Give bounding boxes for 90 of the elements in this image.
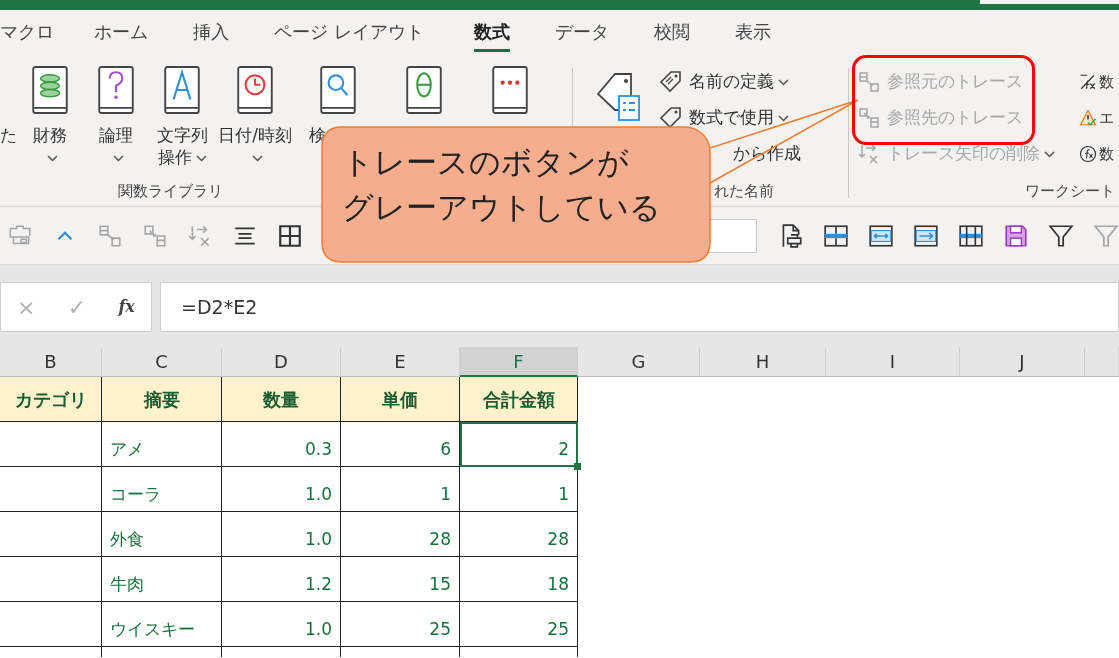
- table-columns-icon: [958, 222, 984, 249]
- ribbon-button[interactable]: 数: [1079, 136, 1114, 172]
- table-cell[interactable]: 1.0: [222, 467, 341, 512]
- toolbar-button[interactable]: [1048, 222, 1074, 249]
- ribbon-button[interactable]: 数: [1079, 64, 1114, 100]
- toolbar-button[interactable]: [913, 222, 939, 249]
- table-cell[interactable]: [0, 467, 102, 512]
- toolbar-button[interactable]: [868, 222, 894, 249]
- caret-icon: [778, 78, 789, 86]
- table-cell[interactable]: 6: [341, 422, 460, 467]
- table-cell[interactable]: 1.2: [222, 557, 341, 602]
- callout-text: トレースのボタンが: [342, 143, 629, 182]
- tag-icon: [659, 70, 683, 94]
- header-cell: 単価: [341, 377, 460, 422]
- trace-boxes-icon: [97, 222, 123, 249]
- ribbon-tab[interactable]: マクロ: [0, 18, 54, 52]
- column-header[interactable]: I: [826, 347, 960, 377]
- caret-icon: [251, 154, 263, 162]
- table-cell[interactable]: ウイスキー: [102, 602, 222, 647]
- table-arrows-icon: [868, 222, 894, 249]
- column-header[interactable]: D: [222, 347, 341, 377]
- caret-icon: [195, 154, 207, 162]
- table-row-icon: [823, 222, 849, 249]
- ribbon-tab[interactable]: 表示: [734, 18, 771, 52]
- ribbon-button[interactable]: 数式で使用: [655, 100, 793, 136]
- filter-icon: [1093, 222, 1119, 249]
- insert-function-button[interactable]: fx: [118, 295, 135, 319]
- ribbon-tab[interactable]: 数式: [473, 18, 510, 52]
- caret-icon: [112, 154, 124, 162]
- caret-icon: [46, 154, 58, 162]
- ribbon-button[interactable]: 名前の定義: [655, 64, 793, 100]
- table-cell[interactable]: [0, 512, 102, 557]
- table-cell[interactable]: 0.3: [222, 422, 341, 467]
- caret-icon: [778, 114, 789, 122]
- formula-circle-icon: [1079, 145, 1097, 163]
- ribbon-tab[interactable]: 挿入: [193, 18, 229, 52]
- function-button[interactable]: た: [0, 60, 17, 180]
- cross-arrows-icon: [857, 142, 881, 166]
- header-cell: 合計金額: [460, 377, 578, 422]
- table-cell[interactable]: [0, 422, 102, 467]
- fill-handle[interactable]: [574, 463, 581, 470]
- table-cell[interactable]: コーラ: [102, 467, 222, 512]
- function-button[interactable]: 財務: [17, 60, 83, 180]
- ribbon-button[interactable]: エ: [1079, 100, 1114, 136]
- trace-boxes-icon: [142, 222, 168, 249]
- column-header[interactable]: E: [341, 347, 460, 377]
- table-cell[interactable]: 28: [341, 512, 460, 557]
- callout-text: グレーアウトしている: [342, 187, 661, 227]
- column-header[interactable]: J: [960, 347, 1085, 377]
- search-field[interactable]: [980, 0, 1119, 4]
- ribbon-tab[interactable]: 校閲: [653, 18, 690, 52]
- warning-icon: [1079, 109, 1097, 127]
- column-header[interactable]: H: [700, 347, 826, 377]
- function-button[interactable]: 日付/時刻: [215, 60, 295, 180]
- column-header[interactable]: C: [102, 347, 222, 377]
- table-cell[interactable]: 1.0: [222, 512, 341, 557]
- column-header[interactable]: G: [578, 347, 700, 377]
- caret-icon: [1044, 150, 1055, 158]
- trace-boxes-icon: [857, 106, 881, 130]
- header-cell: カテゴリ: [0, 377, 102, 422]
- toolbar-button[interactable]: [277, 222, 303, 249]
- table-cell[interactable]: [0, 557, 102, 602]
- formula-slash-icon: [1079, 73, 1097, 91]
- column-header[interactable]: B: [0, 347, 102, 377]
- header-cell: 摘要: [102, 377, 222, 422]
- table-cell[interactable]: 牛肉: [102, 557, 222, 602]
- function-button[interactable]: 論理: [83, 60, 149, 180]
- ribbon-tab[interactable]: ページ レイアウト: [274, 18, 424, 52]
- table-cell[interactable]: [0, 602, 102, 647]
- ribbon-tab[interactable]: データ: [554, 18, 609, 52]
- toolbar-button[interactable]: [823, 222, 849, 249]
- filter-icon: [1048, 222, 1074, 249]
- trace-boxes-icon: [857, 70, 881, 94]
- table-cell[interactable]: 25: [341, 602, 460, 647]
- toolbar-button[interactable]: [1003, 222, 1029, 249]
- group-label: れた名前: [713, 180, 774, 202]
- table-cell[interactable]: 1: [341, 467, 460, 512]
- function-button[interactable]: 文字列 操作: [149, 60, 215, 180]
- table-cell[interactable]: アメ: [102, 422, 222, 467]
- table-cell[interactable]: 1.0: [222, 602, 341, 647]
- table-cell[interactable]: 15: [341, 557, 460, 602]
- column-header[interactable]: F: [460, 347, 578, 377]
- ribbon-tab[interactable]: ホーム: [94, 18, 148, 52]
- toolbar-button[interactable]: [958, 222, 984, 249]
- formula-field[interactable]: =D2*E2: [160, 282, 1119, 332]
- grid-icon: [277, 222, 303, 249]
- table-cell[interactable]: 2: [460, 422, 578, 467]
- group-label: ワークシート: [1024, 180, 1115, 202]
- table-cell[interactable]: 外食: [102, 512, 222, 557]
- header-cell: 数量: [222, 377, 341, 422]
